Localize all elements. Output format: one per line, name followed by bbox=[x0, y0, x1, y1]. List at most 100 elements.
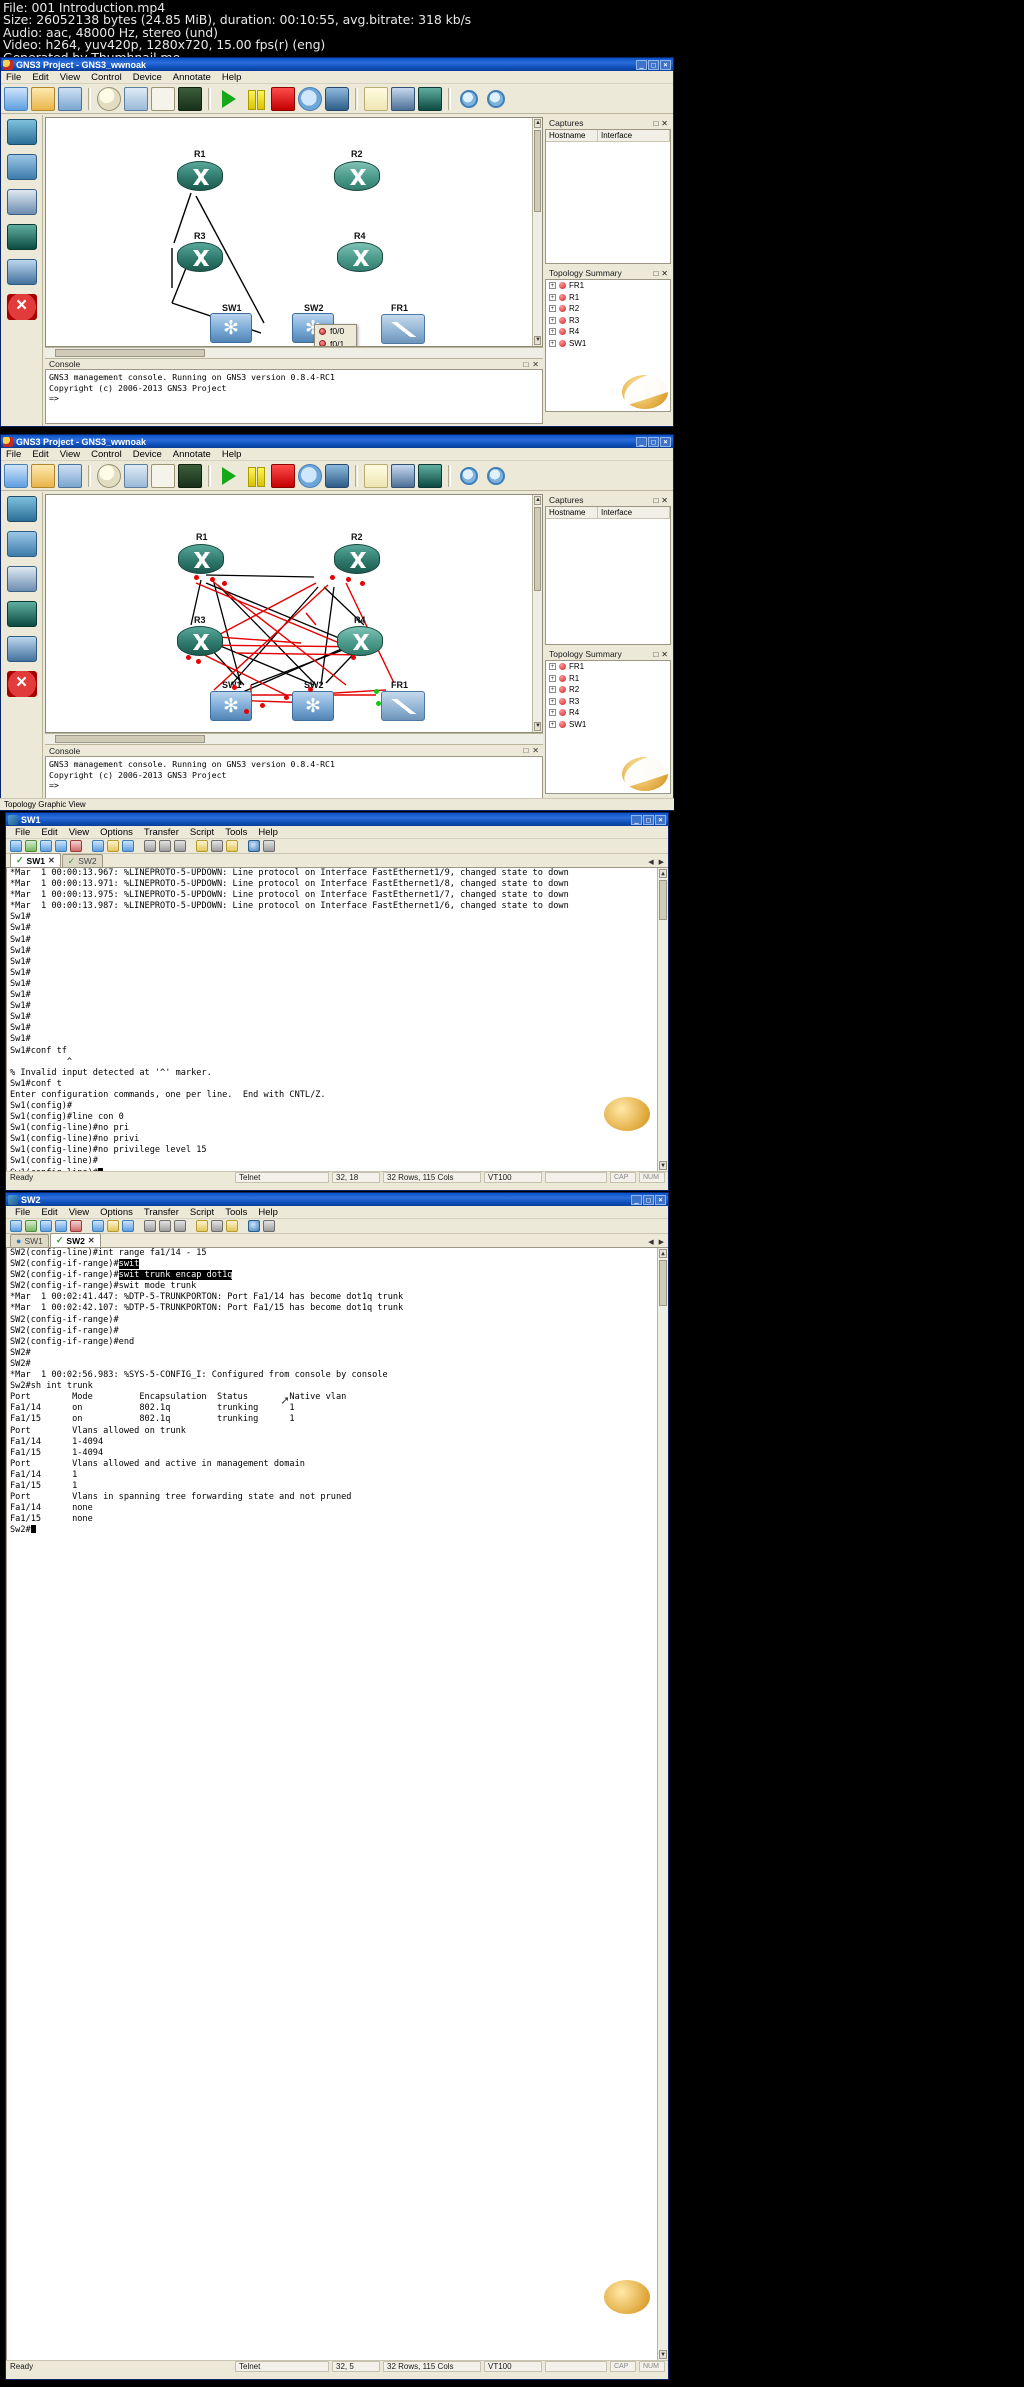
topology-node-r4[interactable] bbox=[337, 626, 383, 656]
menu-options[interactable]: Options bbox=[100, 1207, 133, 1218]
scroll-thumb[interactable] bbox=[534, 130, 541, 212]
save-project-icon[interactable] bbox=[58, 86, 82, 111]
expand-icon[interactable]: + bbox=[549, 674, 556, 682]
gns3-console-top[interactable]: GNS3 management console. Running on GNS3… bbox=[45, 369, 543, 424]
captures-close-icon[interactable]: ✕ bbox=[661, 119, 671, 128]
save-project-icon[interactable] bbox=[58, 463, 82, 488]
reload-all-icon[interactable] bbox=[124, 463, 148, 488]
topology-node-sw2[interactable] bbox=[292, 691, 334, 721]
show-hostnames-icon[interactable] bbox=[151, 463, 175, 488]
zoom-out-icon[interactable] bbox=[487, 89, 505, 108]
zoom-in-icon[interactable] bbox=[460, 466, 478, 485]
expand-icon[interactable]: + bbox=[549, 293, 556, 301]
captures-float-icon[interactable]: □ bbox=[653, 119, 661, 128]
menu-edit[interactable]: Edit bbox=[41, 827, 57, 838]
maximize-button[interactable]: □ bbox=[643, 1194, 654, 1205]
snapshot-icon[interactable] bbox=[97, 86, 121, 111]
vbox-icon[interactable] bbox=[325, 86, 349, 111]
tab-scroll-left-icon[interactable]: ◀ bbox=[648, 1238, 657, 1247]
canvas-vscrollbar-bottom[interactable]: ▲ ▼ bbox=[532, 495, 542, 733]
open-project-icon[interactable] bbox=[31, 86, 55, 111]
open-project-icon[interactable] bbox=[31, 463, 55, 488]
zoom-in-icon[interactable] bbox=[460, 89, 478, 108]
expand-icon[interactable]: + bbox=[549, 663, 556, 671]
connect-icon[interactable] bbox=[10, 1220, 22, 1232]
console-close-icon[interactable]: ✕ bbox=[532, 360, 543, 369]
topology-summary-float-icon[interactable]: □ bbox=[653, 269, 661, 278]
sw2-titlebar[interactable]: SW2 _ □ × bbox=[6, 1193, 668, 1206]
menu-options[interactable]: Options bbox=[100, 827, 133, 838]
tab-scroll-right-icon[interactable]: ▶ bbox=[659, 1238, 668, 1247]
copy-icon[interactable] bbox=[92, 840, 104, 852]
tab-sw2[interactable]: ✓ SW2 bbox=[61, 854, 103, 867]
console-float-icon[interactable]: □ bbox=[523, 360, 532, 369]
stop-icon[interactable] bbox=[6, 671, 37, 697]
console-all-icon[interactable] bbox=[178, 463, 202, 488]
topology-node-sw1[interactable] bbox=[210, 691, 252, 721]
expand-icon[interactable]: + bbox=[549, 316, 556, 324]
close-button[interactable]: × bbox=[660, 436, 671, 447]
captures-float-icon[interactable]: □ bbox=[653, 496, 661, 505]
menu-help[interactable]: Help bbox=[258, 827, 278, 838]
find-icon[interactable] bbox=[122, 840, 134, 852]
key-icon[interactable] bbox=[226, 840, 238, 852]
close-button[interactable]: × bbox=[655, 1194, 666, 1205]
menu-edit[interactable]: Edit bbox=[41, 1207, 57, 1218]
scroll-down-arrow-icon[interactable]: ▼ bbox=[659, 1161, 667, 1170]
expand-icon[interactable]: + bbox=[549, 305, 556, 313]
tab-close-icon[interactable]: ✕ bbox=[48, 856, 55, 865]
tab-sw1[interactable]: ✓ SW1 ✕ bbox=[10, 853, 61, 867]
close-button[interactable]: × bbox=[655, 814, 666, 825]
connect-in-tab-icon[interactable] bbox=[40, 1220, 52, 1232]
gns3-topology-canvas-top[interactable]: R1 R2 R3 R4 SW1 SW2 FR1 f0/0 f0/1 f1/0 bbox=[45, 117, 543, 348]
reconnect-icon[interactable] bbox=[55, 1220, 67, 1232]
menu-help[interactable]: Help bbox=[222, 72, 242, 83]
snapshot-icon[interactable] bbox=[97, 463, 121, 488]
menu-tools[interactable]: Tools bbox=[225, 1207, 247, 1218]
scroll-down-arrow-icon[interactable]: ▼ bbox=[659, 2350, 667, 2359]
zoom-out-icon[interactable] bbox=[487, 466, 505, 485]
menu-device[interactable]: Device bbox=[133, 72, 162, 83]
maximize-button[interactable]: □ bbox=[648, 436, 659, 447]
scroll-down-arrow-icon[interactable]: ▼ bbox=[534, 336, 541, 346]
paste-icon[interactable] bbox=[107, 840, 119, 852]
expand-icon[interactable]: + bbox=[549, 697, 556, 705]
session-options-icon[interactable] bbox=[196, 840, 208, 852]
end-devices-icon[interactable] bbox=[6, 566, 37, 592]
minimize-button[interactable]: _ bbox=[636, 59, 647, 70]
topology-node-r2[interactable] bbox=[334, 544, 380, 574]
menu-help[interactable]: Help bbox=[222, 449, 242, 460]
print-icon[interactable] bbox=[144, 840, 156, 852]
topology-node-fr1[interactable] bbox=[381, 314, 425, 344]
session-options-icon[interactable] bbox=[196, 1220, 208, 1232]
minimize-button[interactable]: _ bbox=[631, 814, 642, 825]
tab-sw2[interactable]: ✓ SW2 ✕ bbox=[49, 1233, 101, 1247]
paste-icon[interactable] bbox=[107, 1220, 119, 1232]
maximize-button[interactable]: □ bbox=[648, 59, 659, 70]
menu-control[interactable]: Control bbox=[91, 72, 122, 83]
print-icon[interactable] bbox=[144, 1220, 156, 1232]
quick-connect-icon[interactable] bbox=[25, 840, 37, 852]
menu-annotate[interactable]: Annotate bbox=[173, 72, 211, 83]
start-all-icon[interactable] bbox=[217, 464, 241, 488]
quick-connect-icon[interactable] bbox=[25, 1220, 37, 1232]
captures-close-icon[interactable]: ✕ bbox=[661, 496, 671, 505]
stop-all-icon[interactable] bbox=[271, 463, 295, 488]
vbox-icon[interactable] bbox=[325, 463, 349, 488]
topology-node-r3[interactable] bbox=[177, 242, 223, 272]
port-context-menu[interactable]: f0/0 f0/1 f1/0 f1/1 f1/2 f1/3 f1/4 f1/5 bbox=[314, 324, 358, 347]
tab-scroll-left-icon[interactable]: ◀ bbox=[648, 858, 657, 867]
menu-file[interactable]: File bbox=[6, 449, 21, 460]
topology-summary-close-icon[interactable]: ✕ bbox=[661, 269, 671, 278]
scroll-up-arrow-icon[interactable]: ▲ bbox=[534, 496, 541, 505]
close-button[interactable]: × bbox=[660, 59, 671, 70]
menu-view[interactable]: View bbox=[60, 449, 80, 460]
gns3-topology-canvas-bottom[interactable]: R1 R2 R3 R4 SW1 SW2 FR1 bbox=[45, 494, 543, 734]
global-options-icon[interactable] bbox=[211, 840, 223, 852]
captures-panel[interactable]: Hostname Interface bbox=[545, 129, 671, 264]
scroll-thumb[interactable] bbox=[55, 735, 205, 744]
scroll-up-arrow-icon[interactable]: ▲ bbox=[659, 869, 667, 878]
scroll-thumb[interactable] bbox=[55, 349, 205, 357]
sw2-terminal[interactable]: SW2(config-line)#int range fa1/14 - 15 SW… bbox=[6, 1248, 668, 2360]
tab-sw1[interactable]: ● SW1 bbox=[10, 1234, 49, 1247]
